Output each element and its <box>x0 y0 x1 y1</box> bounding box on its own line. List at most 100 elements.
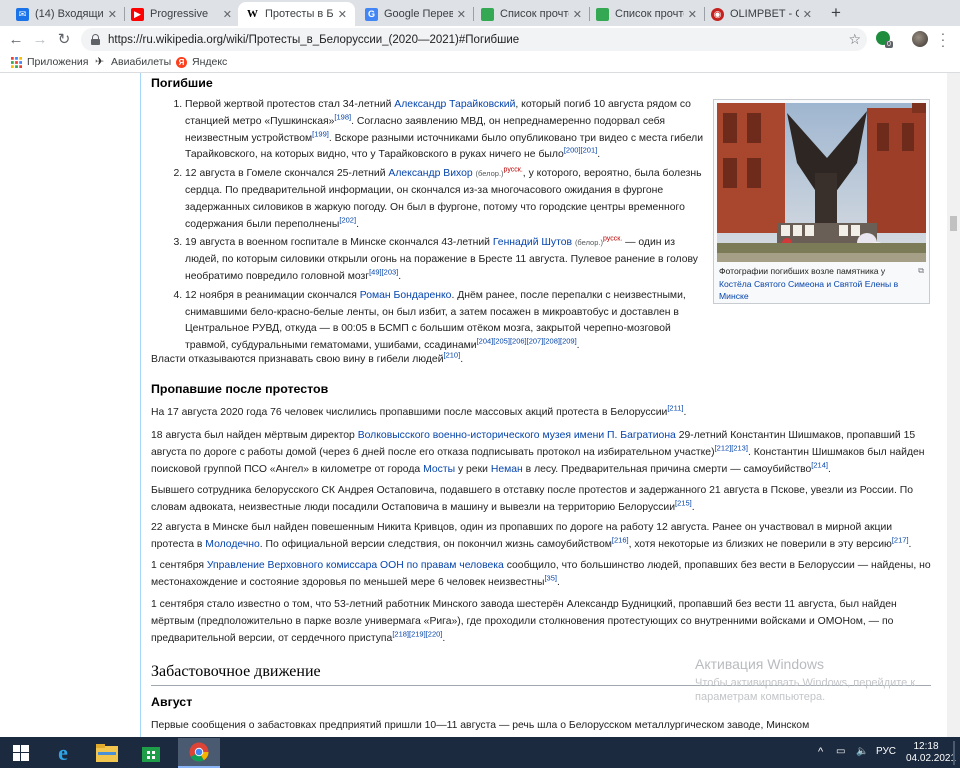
reference-link[interactable]: [198] <box>334 112 351 121</box>
reload-button[interactable]: ↻ <box>55 30 73 48</box>
airplane-icon: ✈ <box>95 55 105 68</box>
text: 18 августа был найден мёртвым директор <box>151 430 358 441</box>
link[interactable]: Костёла Святого Симеона и Святой Елены в… <box>719 279 898 302</box>
list-item: 19 августа в военном госпитале в Минске … <box>185 235 708 285</box>
tray-chevron-icon[interactable]: ^ <box>818 746 823 758</box>
url-text[interactable]: https://ru.wikipedia.org/wiki/Протесты_в… <box>108 34 519 46</box>
taskbar-explorer[interactable] <box>86 738 128 768</box>
link[interactable]: Волковысского военно-исторического музея… <box>358 430 676 441</box>
browser-toolbar: ← → ↻ https://ru.wikipedia.org/wiki/Прот… <box>0 26 960 53</box>
reference-link[interactable]: [212][213] <box>715 443 748 452</box>
reference-link[interactable]: [216] <box>612 535 629 544</box>
close-icon[interactable]: ✕ <box>457 8 466 21</box>
tab-youtube[interactable]: ▶ Progressive ✕ <box>123 2 240 26</box>
language-link[interactable]: русск. <box>603 236 622 243</box>
clock[interactable]: 12:18 04.02.2021 <box>906 741 956 765</box>
close-icon[interactable]: ✕ <box>803 8 812 21</box>
bookmark-aviabilety[interactable]: ✈ Авиабилеты <box>95 56 171 68</box>
start-button[interactable] <box>0 738 42 768</box>
profile-avatar[interactable] <box>912 31 928 47</box>
close-icon[interactable]: ✕ <box>338 8 347 21</box>
close-icon[interactable]: ✕ <box>688 8 697 21</box>
minimize-button[interactable] <box>828 0 872 26</box>
list-item: Первой жертвой протестов стал 34-летний … <box>185 97 708 164</box>
language-tag: (белор.) <box>574 238 603 248</box>
tab-sheet-2[interactable]: Список прочтен ✕ <box>588 2 705 26</box>
tab-olimpbet[interactable]: ◉ OLIMPBET - Спо ✕ <box>703 2 820 26</box>
volume-icon[interactable]: 🔈 <box>856 746 868 757</box>
clock-time: 12:18 <box>913 741 939 752</box>
link[interactable]: Александр Вихор <box>388 168 472 179</box>
web-page: Погибшие Первой жертвой протестов стал 3… <box>0 73 947 737</box>
maximize-button[interactable] <box>872 0 916 26</box>
bookmark-label: Яндекс <box>192 56 228 68</box>
close-icon[interactable]: ✕ <box>573 8 582 21</box>
close-window-button[interactable] <box>916 0 960 26</box>
bookmark-label: Авиабилеты <box>111 56 172 68</box>
tab-gmail[interactable]: ✉ (14) Входящие ✕ <box>8 2 125 26</box>
taskbar-ie[interactable]: e <box>42 738 84 768</box>
tab-wikipedia[interactable]: W Протесты в Бело ✕ <box>238 2 355 26</box>
reference-link[interactable]: [204][205][206][207][208][209] <box>477 337 577 346</box>
paragraph: 18 августа был найден мёртвым директор В… <box>151 428 931 478</box>
network-icon[interactable]: ▭ <box>836 746 845 757</box>
link[interactable]: Управление Верховного комиссара ООН по п… <box>207 560 504 571</box>
link[interactable]: Геннадий Шутов <box>493 237 572 248</box>
reference-link[interactable]: [35] <box>544 573 557 582</box>
link[interactable]: Мосты <box>423 464 455 475</box>
reference-link[interactable]: [49][203] <box>369 268 398 277</box>
bookmark-yandex[interactable]: Я Яндекс <box>176 56 227 68</box>
bookmark-star-icon[interactable]: ☆ <box>848 31 861 48</box>
language-indicator[interactable]: РУС <box>876 746 896 757</box>
text: Власти отказываются признавать свою вину… <box>151 354 444 365</box>
link[interactable]: Молодечно <box>205 539 259 550</box>
reference-link[interactable]: [214] <box>811 460 828 469</box>
reference-link[interactable]: [218][219][220] <box>392 629 442 638</box>
google-translate-icon: G <box>365 7 378 21</box>
forward-button[interactable]: → <box>31 30 49 48</box>
menu-dots-icon[interactable]: · · · <box>938 26 948 52</box>
back-button[interactable]: ← <box>7 30 25 48</box>
folder-icon <box>96 744 118 762</box>
reference-link[interactable]: [215] <box>675 498 692 507</box>
victims-list: Первой жертвой протестов стал 34-летний … <box>168 97 708 357</box>
link[interactable]: Александр Тарайковский <box>394 99 515 110</box>
reference-link[interactable]: [202] <box>339 215 356 224</box>
sheets-icon <box>481 7 494 21</box>
text: 19 августа в военном госпитале в Минске … <box>185 237 493 249</box>
watermark-line: параметрам компьютера. <box>695 691 826 703</box>
paragraph: Первые сообщения о забастовках предприят… <box>151 718 931 735</box>
tab-title: Список прочтен <box>500 8 569 20</box>
address-bar[interactable]: https://ru.wikipedia.org/wiki/Протесты_в… <box>81 28 867 51</box>
link[interactable]: Неман <box>491 464 523 475</box>
page-scrollbar[interactable] <box>947 73 960 737</box>
text: . <box>576 340 580 352</box>
scrollbar-thumb[interactable] <box>950 216 957 231</box>
reference-link[interactable]: [200][201] <box>564 146 597 155</box>
magnify-icon[interactable]: ⧉ <box>918 265 924 278</box>
bookmark-apps[interactable]: Приложения <box>11 56 88 68</box>
close-icon[interactable]: ✕ <box>108 8 117 21</box>
language-link[interactable]: русск. <box>504 167 523 174</box>
list-item: 12 августа в Гомеле скончался 25-летний … <box>185 166 708 233</box>
text: . <box>556 576 560 588</box>
text: 1 сентября стало известно о том, что 53-… <box>151 599 897 644</box>
text: Первые сообщения о забастовках предприят… <box>151 720 810 731</box>
tab-sheet-1[interactable]: Список прочтен ✕ <box>473 2 590 26</box>
reference-link[interactable]: [211] <box>667 404 683 413</box>
reference-link[interactable]: [217] <box>892 535 909 544</box>
text: . <box>442 632 446 644</box>
link[interactable]: Роман Бондаренко <box>360 290 452 301</box>
taskbar-chrome[interactable] <box>178 738 220 768</box>
reference-link[interactable]: [210] <box>444 351 461 360</box>
reference-link[interactable]: [199] <box>312 129 329 138</box>
show-desktop-button[interactable] <box>953 741 955 765</box>
close-icon[interactable]: ✕ <box>223 8 232 21</box>
tab-strip: ✉ (14) Входящие ✕ ▶ Progressive ✕ W Прот… <box>0 0 960 26</box>
store-icon <box>142 747 160 762</box>
text: . По официальной версии следствия, он по… <box>259 538 612 550</box>
lock-icon[interactable] <box>91 34 100 45</box>
taskbar-store[interactable] <box>130 738 172 768</box>
memorial-photo[interactable] <box>717 103 926 262</box>
tab-google-translate[interactable]: G Google Перевод ✕ <box>357 2 474 26</box>
